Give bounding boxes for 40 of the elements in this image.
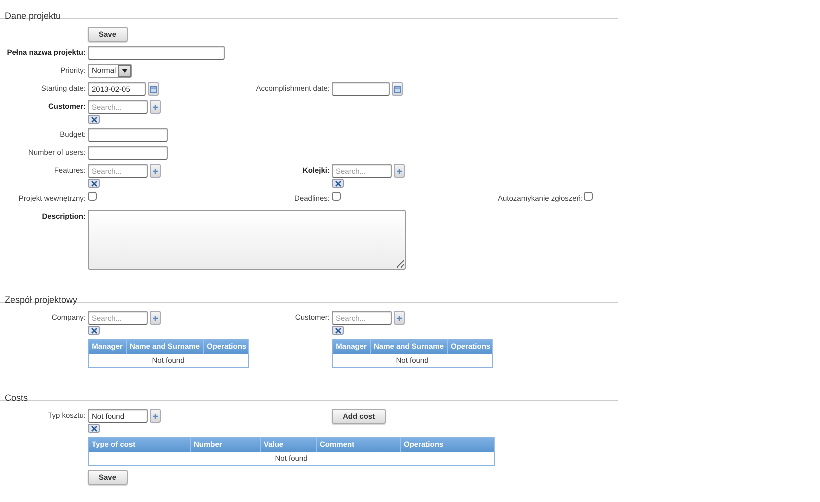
caret-icon bbox=[122, 69, 128, 73]
plus-icon bbox=[152, 412, 159, 420]
add-button[interactable] bbox=[150, 409, 161, 423]
section-title: Costs bbox=[5, 393, 28, 403]
plus-icon bbox=[152, 314, 159, 322]
calendar-icon bbox=[150, 86, 157, 92]
add-button[interactable] bbox=[394, 164, 405, 178]
plus-icon bbox=[152, 168, 159, 174]
add-button[interactable] bbox=[150, 311, 161, 325]
add-button[interactable] bbox=[150, 100, 161, 114]
clear-button[interactable] bbox=[88, 115, 100, 124]
text-field[interactable] bbox=[88, 146, 168, 160]
plus-icon bbox=[152, 104, 159, 110]
close-icon bbox=[90, 328, 98, 334]
add-button[interactable] bbox=[394, 311, 405, 325]
clear-button[interactable] bbox=[88, 179, 100, 188]
checkbox[interactable] bbox=[88, 192, 97, 201]
checkbox[interactable] bbox=[584, 192, 593, 201]
clear-button[interactable] bbox=[332, 326, 344, 335]
section-title: Zespół projektowy bbox=[5, 295, 78, 305]
clear-button[interactable] bbox=[88, 326, 100, 335]
text-field[interactable] bbox=[88, 46, 225, 60]
clear-button[interactable] bbox=[332, 179, 344, 188]
text-field[interactable] bbox=[88, 128, 168, 142]
close-icon bbox=[90, 426, 98, 432]
clear-button[interactable] bbox=[88, 424, 100, 433]
plus-icon bbox=[396, 168, 403, 174]
close-icon bbox=[334, 180, 342, 186]
description-field[interactable] bbox=[88, 210, 406, 270]
calendar-button[interactable] bbox=[148, 82, 159, 96]
close-icon bbox=[334, 328, 342, 334]
checkbox[interactable] bbox=[332, 192, 341, 201]
close-icon bbox=[90, 116, 98, 122]
section-title: Dane projektu bbox=[5, 11, 62, 21]
date-field[interactable] bbox=[332, 82, 390, 96]
calendar-icon bbox=[394, 86, 401, 92]
add-button[interactable] bbox=[150, 164, 161, 178]
calendar-button[interactable] bbox=[392, 82, 403, 96]
plus-icon bbox=[396, 314, 403, 322]
close-icon bbox=[90, 180, 98, 186]
